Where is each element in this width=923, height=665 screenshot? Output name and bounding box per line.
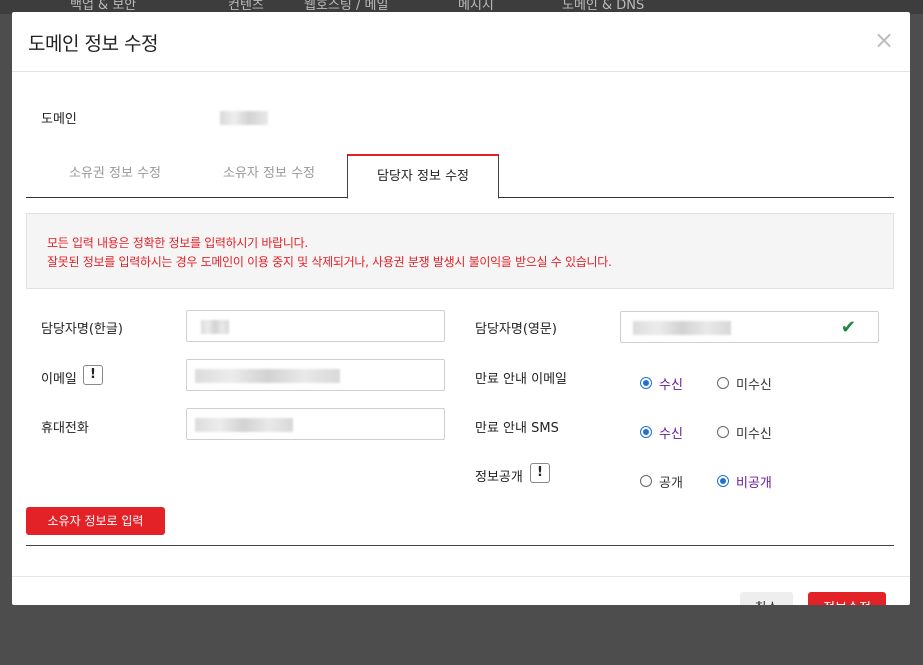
tab-owner-info[interactable]: 소유자 정보 수정 bbox=[194, 154, 344, 198]
tab-contact-info[interactable]: 담당자 정보 수정 bbox=[347, 154, 499, 199]
email-input[interactable] bbox=[186, 359, 445, 391]
cancel-button[interactable]: 취소 bbox=[740, 592, 793, 605]
notice-line: 잘못된 정보를 입력하시는 경우 도메인이 이용 중지 및 삭제되거나, 사용권… bbox=[47, 255, 612, 269]
email-label: 이메일 bbox=[41, 372, 77, 387]
copy-owner-info-button[interactable]: 소유자 정보로 입력 bbox=[26, 507, 165, 535]
radio-dot[interactable] bbox=[717, 475, 729, 487]
warning-icon[interactable]: ! bbox=[530, 463, 550, 483]
modal-header: 도메인 정보 수정 × bbox=[12, 12, 910, 72]
radio-dot[interactable] bbox=[717, 426, 729, 438]
radio-label: 수신 bbox=[659, 427, 683, 442]
name-kr-input[interactable] bbox=[186, 310, 445, 342]
close-icon[interactable]: × bbox=[874, 28, 894, 52]
radio-label: 미수신 bbox=[736, 427, 772, 442]
expiry-email-label: 만료 안내 이메일 bbox=[475, 372, 567, 387]
redacted-value bbox=[195, 369, 340, 383]
name-kr-label: 담당자명(한글) bbox=[41, 322, 123, 337]
modal-title: 도메인 정보 수정 bbox=[28, 33, 158, 55]
check-icon: ✔ bbox=[840, 317, 856, 338]
radio-label: 미수신 bbox=[736, 378, 772, 393]
redacted-value bbox=[201, 320, 229, 334]
domain-label: 도메인 bbox=[41, 112, 77, 127]
radio-label: 수신 bbox=[659, 378, 683, 393]
footer-divider bbox=[12, 576, 910, 577]
tab-bar: 소유권 정보 수정 소유자 정보 수정 담당자 정보 수정 bbox=[26, 154, 894, 199]
domain-value-redacted bbox=[220, 111, 268, 125]
radio-dot[interactable] bbox=[717, 377, 729, 389]
divider bbox=[26, 545, 894, 546]
notice-box: 모든 입력 내용은 정확한 정보를 입력하시기 바랍니다. 잘못된 정보를 입력… bbox=[26, 213, 894, 289]
warning-icon[interactable]: ! bbox=[83, 365, 103, 385]
radio-dot[interactable] bbox=[640, 426, 652, 438]
tab-ownership[interactable]: 소유권 정보 수정 bbox=[40, 154, 190, 198]
name-en-label: 담당자명(영문) bbox=[475, 322, 557, 337]
name-en-input[interactable]: ✔ bbox=[620, 311, 879, 343]
radio-label: 공개 bbox=[659, 476, 683, 491]
phone-label: 휴대전화 bbox=[41, 421, 89, 436]
submit-button[interactable]: 정보수정 bbox=[808, 592, 886, 605]
notice-line: 모든 입력 내용은 정확한 정보를 입력하시기 바랍니다. bbox=[47, 236, 308, 250]
disclosure-label: 정보공개 bbox=[475, 470, 523, 485]
radio-label: 비공개 bbox=[736, 476, 772, 491]
phone-input[interactable] bbox=[186, 408, 445, 440]
redacted-value bbox=[633, 321, 731, 335]
radio-dot[interactable] bbox=[640, 377, 652, 389]
domain-edit-modal: 도메인 정보 수정 × 도메인 소유권 정보 수정 소유자 정보 수정 담당자 … bbox=[12, 12, 910, 605]
radio-dot[interactable] bbox=[640, 475, 652, 487]
expiry-sms-label: 만료 안내 SMS bbox=[475, 421, 559, 436]
redacted-value bbox=[195, 418, 293, 432]
